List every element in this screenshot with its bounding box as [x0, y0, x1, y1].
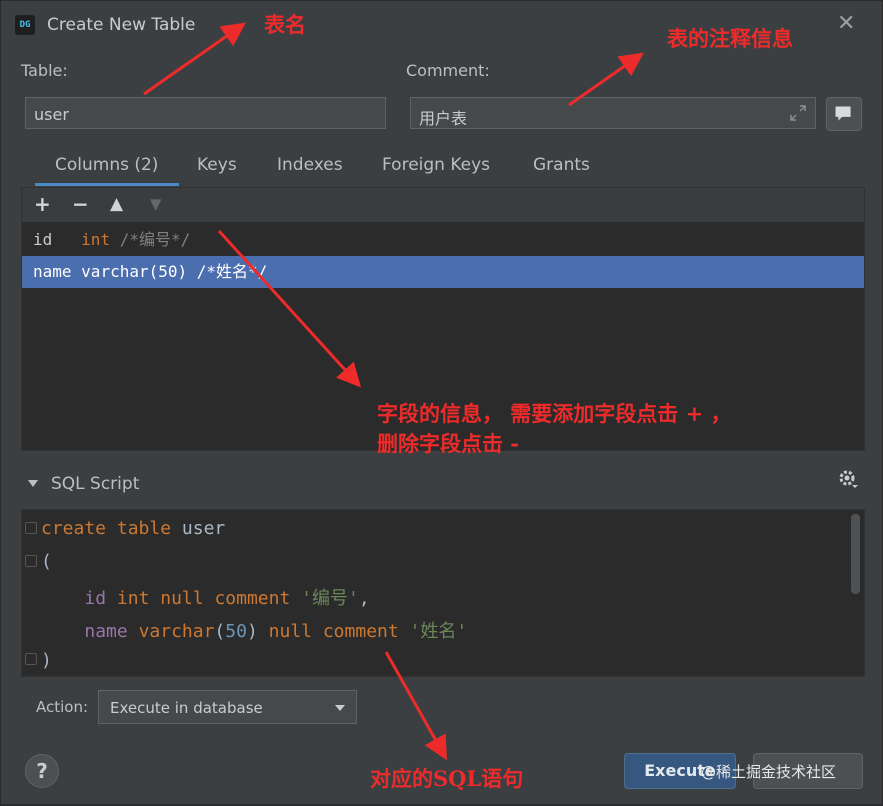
annotation-table-name: 表名 — [264, 12, 306, 37]
create-table-dialog: DG Create New Table ✕ Table: user Commen… — [0, 0, 883, 805]
annotation-fields-line2: 删除字段点击 - — [377, 431, 520, 456]
arrow-to-table-name — [143, 22, 246, 96]
arrow-to-comment — [568, 52, 644, 107]
annotation-fields-line1: 字段的信息， 需要添加字段点击 + ， — [377, 401, 732, 426]
arrow-to-columns — [217, 229, 362, 388]
arrow-to-sql — [384, 651, 447, 761]
annotation-table-comment: 表的注释信息 — [667, 26, 793, 51]
annotation-sql: 对应的SQL语句 — [370, 766, 524, 791]
